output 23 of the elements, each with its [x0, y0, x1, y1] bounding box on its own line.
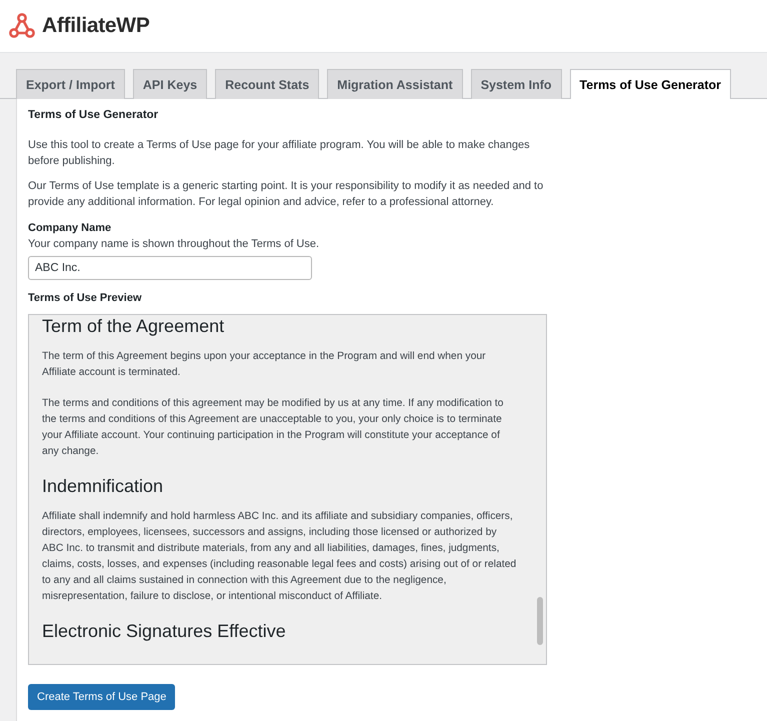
tab[interactable]: Recount Stats [215, 69, 320, 99]
intro-paragraph: Use this tool to create a Terms of Use page for your affiliate program. You will be able to make changes before publishing. [28, 138, 531, 169]
tab[interactable]: System Info [470, 69, 562, 99]
preview-paragraph: Affiliate shall indemnify and hold harmless ABC Inc. and its affiliate and subsidiary companies, officers, directors, employees, licensees, successors and assigns, including those licensed or authorized by ABC Inc. to transmit and distribute materials, from any and all liabilities, damages, fines, judgments, claims, costs, losses, and expenses (including reasonable legal fees and costs) arising out of or related to any and all claims sustained in connection with this Agreement due to the negligence, misrepresentation, failure to disclose, or intentional misconduct of Affiliate. [42, 510, 518, 604]
field-label: Company Name [28, 222, 112, 234]
tab[interactable]: Terms of Use Generator [570, 69, 732, 99]
preview-heading: Indemnification [42, 475, 164, 497]
company-name-field[interactable]: ABC Inc. [28, 256, 312, 280]
preview-heading: Term of the Agreement [42, 315, 226, 337]
preview-paragraph: The term of this Agreement begins upon your acceptance in the Program and will end when your Affiliate account is terminated. [42, 350, 487, 380]
brand-name: AffiliateWP [42, 14, 150, 38]
intro-paragraph: Our Terms of Use template is a generic starting point. It is your responsibility to modify it as needed and to provide any additional information. For legal opinion and advice, refer to a professional attorney. [28, 179, 544, 210]
create-page-button[interactable]: Create Terms of Use Page [28, 684, 176, 710]
tab[interactable]: Export / Import [16, 69, 125, 99]
preview-label: Terms of Use Preview [28, 292, 143, 304]
logo-icon [8, 13, 36, 39]
tab[interactable]: API Keys [132, 69, 208, 99]
preview-paragraph: The terms and conditions of this agreement may be modified by us at any time. If any modification to the terms and conditions of this Agreement are unacceptable to you, your only choice is to terminate your Affiliate account. Your continuing participation in the Program will constitute your acceptance of any change. [42, 397, 504, 459]
tab[interactable]: Migration Assistant [327, 69, 463, 99]
section-title: Terms of Use Generator [28, 109, 160, 121]
scrollbar-thumb[interactable] [537, 597, 543, 645]
preview-heading: Electronic Signatures Effective [42, 620, 287, 642]
help-text: Your company name is shown throughout the Terms of Use. [28, 238, 320, 250]
